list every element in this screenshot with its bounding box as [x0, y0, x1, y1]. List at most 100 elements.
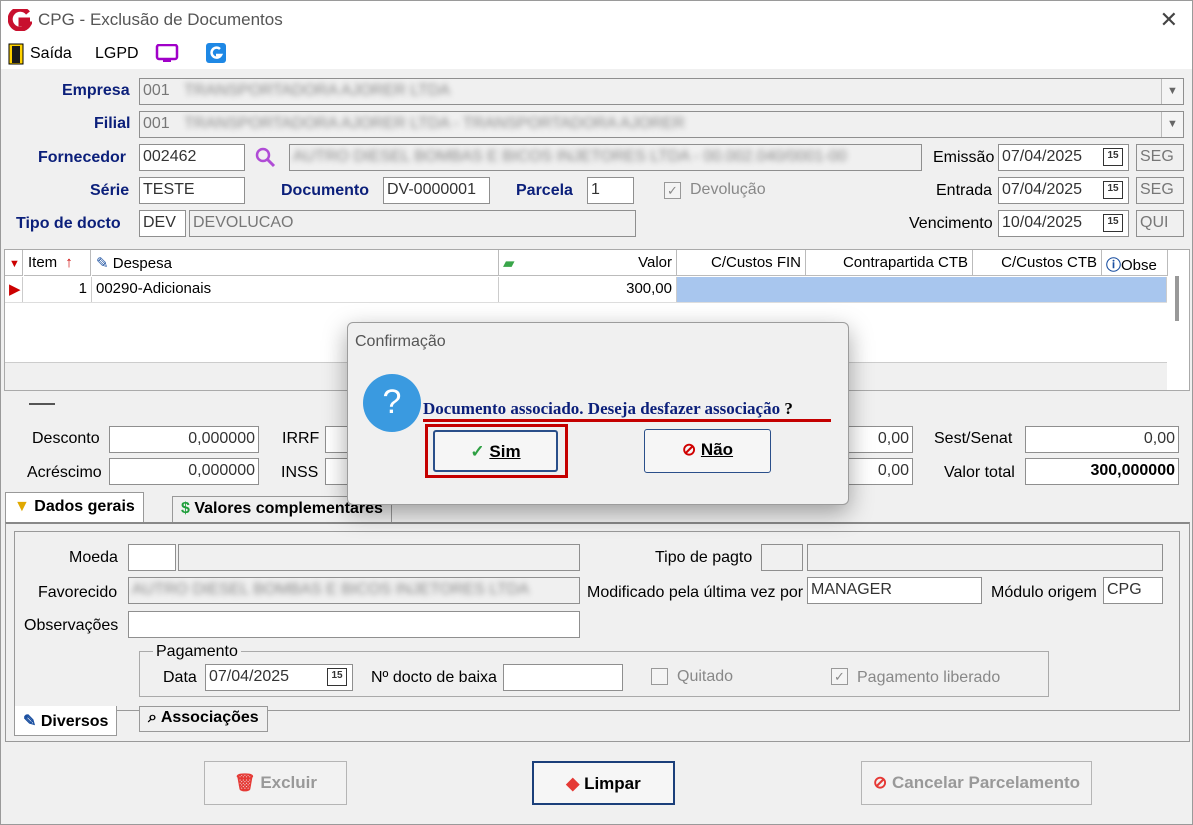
calendar-icon[interactable]: 15 [327, 668, 347, 686]
modificado-label: Modificado pela última vez por [587, 584, 804, 601]
excluir-button[interactable]: 🗑 Excluir [204, 761, 347, 805]
observacoes-label: Observações [24, 617, 119, 634]
tab-associacoes-label: Associações [160, 709, 259, 726]
devolucao-checkbox[interactable]: ✓ [664, 182, 681, 199]
empresa-combo[interactable]: 001 TRANSPORTADORA AJORER LTDA ▼ [139, 78, 1184, 105]
tab-dados-label: Dados gerais [34, 498, 135, 515]
dialog-message: Documento associado. Deseja desfazer ass… [423, 399, 793, 419]
splitter-handle[interactable] [29, 403, 55, 405]
favorecido-label: Favorecido [38, 584, 118, 601]
quitado-checkbox[interactable] [651, 668, 668, 685]
pagamento-date-input[interactable]: 07/04/2025 15 [205, 664, 353, 691]
pagamento-liberado-label: Pagamento liberado [857, 669, 1001, 686]
lgpd-button[interactable]: LGPD [95, 45, 139, 63]
tab-diversos[interactable]: ✎ Diversos [14, 706, 118, 736]
exit-button[interactable]: Saída [30, 45, 72, 63]
g-app-icon[interactable] [205, 42, 227, 64]
serie-label: Série [90, 182, 130, 199]
tipo-pagto-desc [807, 544, 1163, 571]
trash-icon: 🗑 [233, 773, 256, 792]
fornecedor-name-field: AUTRO DIESEL BOMBAS E BICOS INJETORES LT… [289, 144, 922, 171]
note-edit-icon: ✎ [96, 255, 109, 272]
calendar-icon[interactable]: 15 [1103, 148, 1123, 166]
tipo-docto-desc: DEVOLUCAO [189, 210, 636, 237]
entrada-date: 07/04/2025 [1002, 181, 1083, 198]
observacoes-input[interactable] [128, 611, 580, 638]
sort-asc-icon: ↑ [65, 254, 73, 271]
row-indicator: ▶ [5, 277, 23, 302]
money-icon: ▰ [503, 255, 515, 272]
fornecedor-label: Fornecedor [38, 149, 127, 166]
calendar-icon[interactable]: 15 [1103, 181, 1123, 199]
cancelar-parcelamento-button[interactable]: ⊘ Cancelar Parcelamento [861, 761, 1092, 805]
tax-value-2[interactable]: 0,00 [841, 458, 913, 485]
pagamento-liberado-checkbox[interactable]: ✓ [831, 668, 848, 685]
sest-input[interactable]: 0,00 [1025, 426, 1179, 453]
col-ccctb-header[interactable]: C/Custos CTB [973, 250, 1102, 276]
entrada-label: Entrada [936, 182, 993, 199]
col-obs-header[interactable]: ⓘObse [1102, 250, 1168, 276]
exit-door-icon[interactable] [8, 43, 24, 65]
tab-diversos-label: Diversos [40, 713, 109, 730]
cell-valor[interactable]: 300,00 [499, 277, 677, 302]
main-window: CPG - Exclusão de Documentos ✕ Saída LGP… [0, 0, 1193, 825]
tax-value-1[interactable]: 0,00 [841, 426, 913, 453]
col-ccfin-header[interactable]: C/Custos FIN [677, 250, 806, 276]
chevron-down-icon[interactable]: ▼ [1161, 112, 1183, 137]
sim-label: Sim [489, 442, 521, 461]
col-valor-label: Valor [638, 254, 672, 271]
fornecedor-code-input[interactable]: 002462 [139, 144, 245, 171]
moeda-code-input[interactable] [128, 544, 176, 571]
calendar-icon[interactable]: 15 [1103, 214, 1123, 232]
sim-button[interactable]: ✓ Sim [433, 430, 558, 472]
serie-input[interactable]: TESTE [139, 177, 245, 204]
fornecedor-name: AUTRO DIESEL BOMBAS E BICOS INJETORES LT… [293, 148, 847, 165]
modulo-origem-field: CPG [1103, 577, 1163, 604]
desconto-input[interactable]: 0,000000 [109, 426, 259, 453]
no-entry-icon: ⊘ [681, 440, 697, 459]
tipo-pagto-code[interactable] [761, 544, 803, 571]
col-item-header[interactable]: Item ↑ [24, 250, 91, 276]
quitado-label: Quitado [677, 668, 734, 685]
filial-combo[interactable]: 001 TRANSPORTADORA AJORER LTDA - TRANSPO… [139, 111, 1184, 138]
modificado-field: MANAGER [807, 577, 982, 604]
favorecido-value: AUTRO DIESEL BOMBAS E BICOS INJETORES LT… [132, 581, 530, 598]
diversos-panel: Moeda Tipo de pagto Favorecido AUTRO DIE… [14, 531, 1180, 711]
sort-down-icon: ▼ [9, 258, 20, 270]
emissao-date-input[interactable]: 07/04/2025 15 [998, 144, 1129, 171]
tipo-docto-label: Tipo de docto [16, 215, 121, 232]
parcela-label: Parcela [516, 182, 573, 199]
grid-scrollbar[interactable] [1175, 276, 1179, 321]
chevron-down-icon[interactable]: ▼ [1161, 79, 1183, 104]
dollar-icon: $ [181, 500, 190, 517]
acrescimo-label: Acréscimo [27, 464, 102, 481]
cell-despesa[interactable]: 00290-Adicionais [92, 277, 499, 302]
emissao-weekday: SEG [1136, 144, 1184, 171]
documento-input[interactable]: DV-0000001 [383, 177, 490, 204]
monitor-icon[interactable] [155, 44, 179, 64]
modulo-origem-label: Módulo origem [991, 584, 1097, 601]
parcela-input[interactable]: 1 [587, 177, 634, 204]
close-icon[interactable]: ✕ [1160, 7, 1178, 33]
col-contra-header[interactable]: Contrapartida CTB [806, 250, 973, 276]
pagamento-label: Pagamento [153, 643, 241, 661]
dialog-message-qmark: ? [784, 399, 793, 418]
search-icon[interactable] [254, 146, 276, 168]
acrescimo-input[interactable]: 0,000000 [109, 458, 259, 485]
limpar-button[interactable]: ◆ Limpar [532, 761, 675, 805]
tab-dados-gerais[interactable]: ▼ Dados gerais [5, 492, 144, 522]
nao-button[interactable]: ⊘ Não [644, 429, 771, 473]
tab-associacoes[interactable]: ⌕ Associações [139, 706, 268, 732]
tipo-docto-code-input[interactable]: DEV [139, 210, 186, 237]
tipo-pagto-label: Tipo de pagto [655, 549, 753, 566]
cell-item[interactable]: 1 [24, 277, 92, 302]
cell-selected-range[interactable] [677, 277, 1167, 302]
empresa-label: Empresa [62, 82, 130, 99]
entrada-date-input[interactable]: 07/04/2025 15 [998, 177, 1129, 204]
col-despesa-header[interactable]: ✎ Despesa [92, 250, 499, 276]
col-valor-header[interactable]: ▰ Valor [499, 250, 677, 276]
vencimento-date-input[interactable]: 10/04/2025 15 [998, 210, 1129, 237]
limpar-label: Limpar [584, 774, 641, 793]
link-document-icon: ⌕ [148, 709, 157, 726]
n-docto-baixa-input[interactable] [503, 664, 623, 691]
